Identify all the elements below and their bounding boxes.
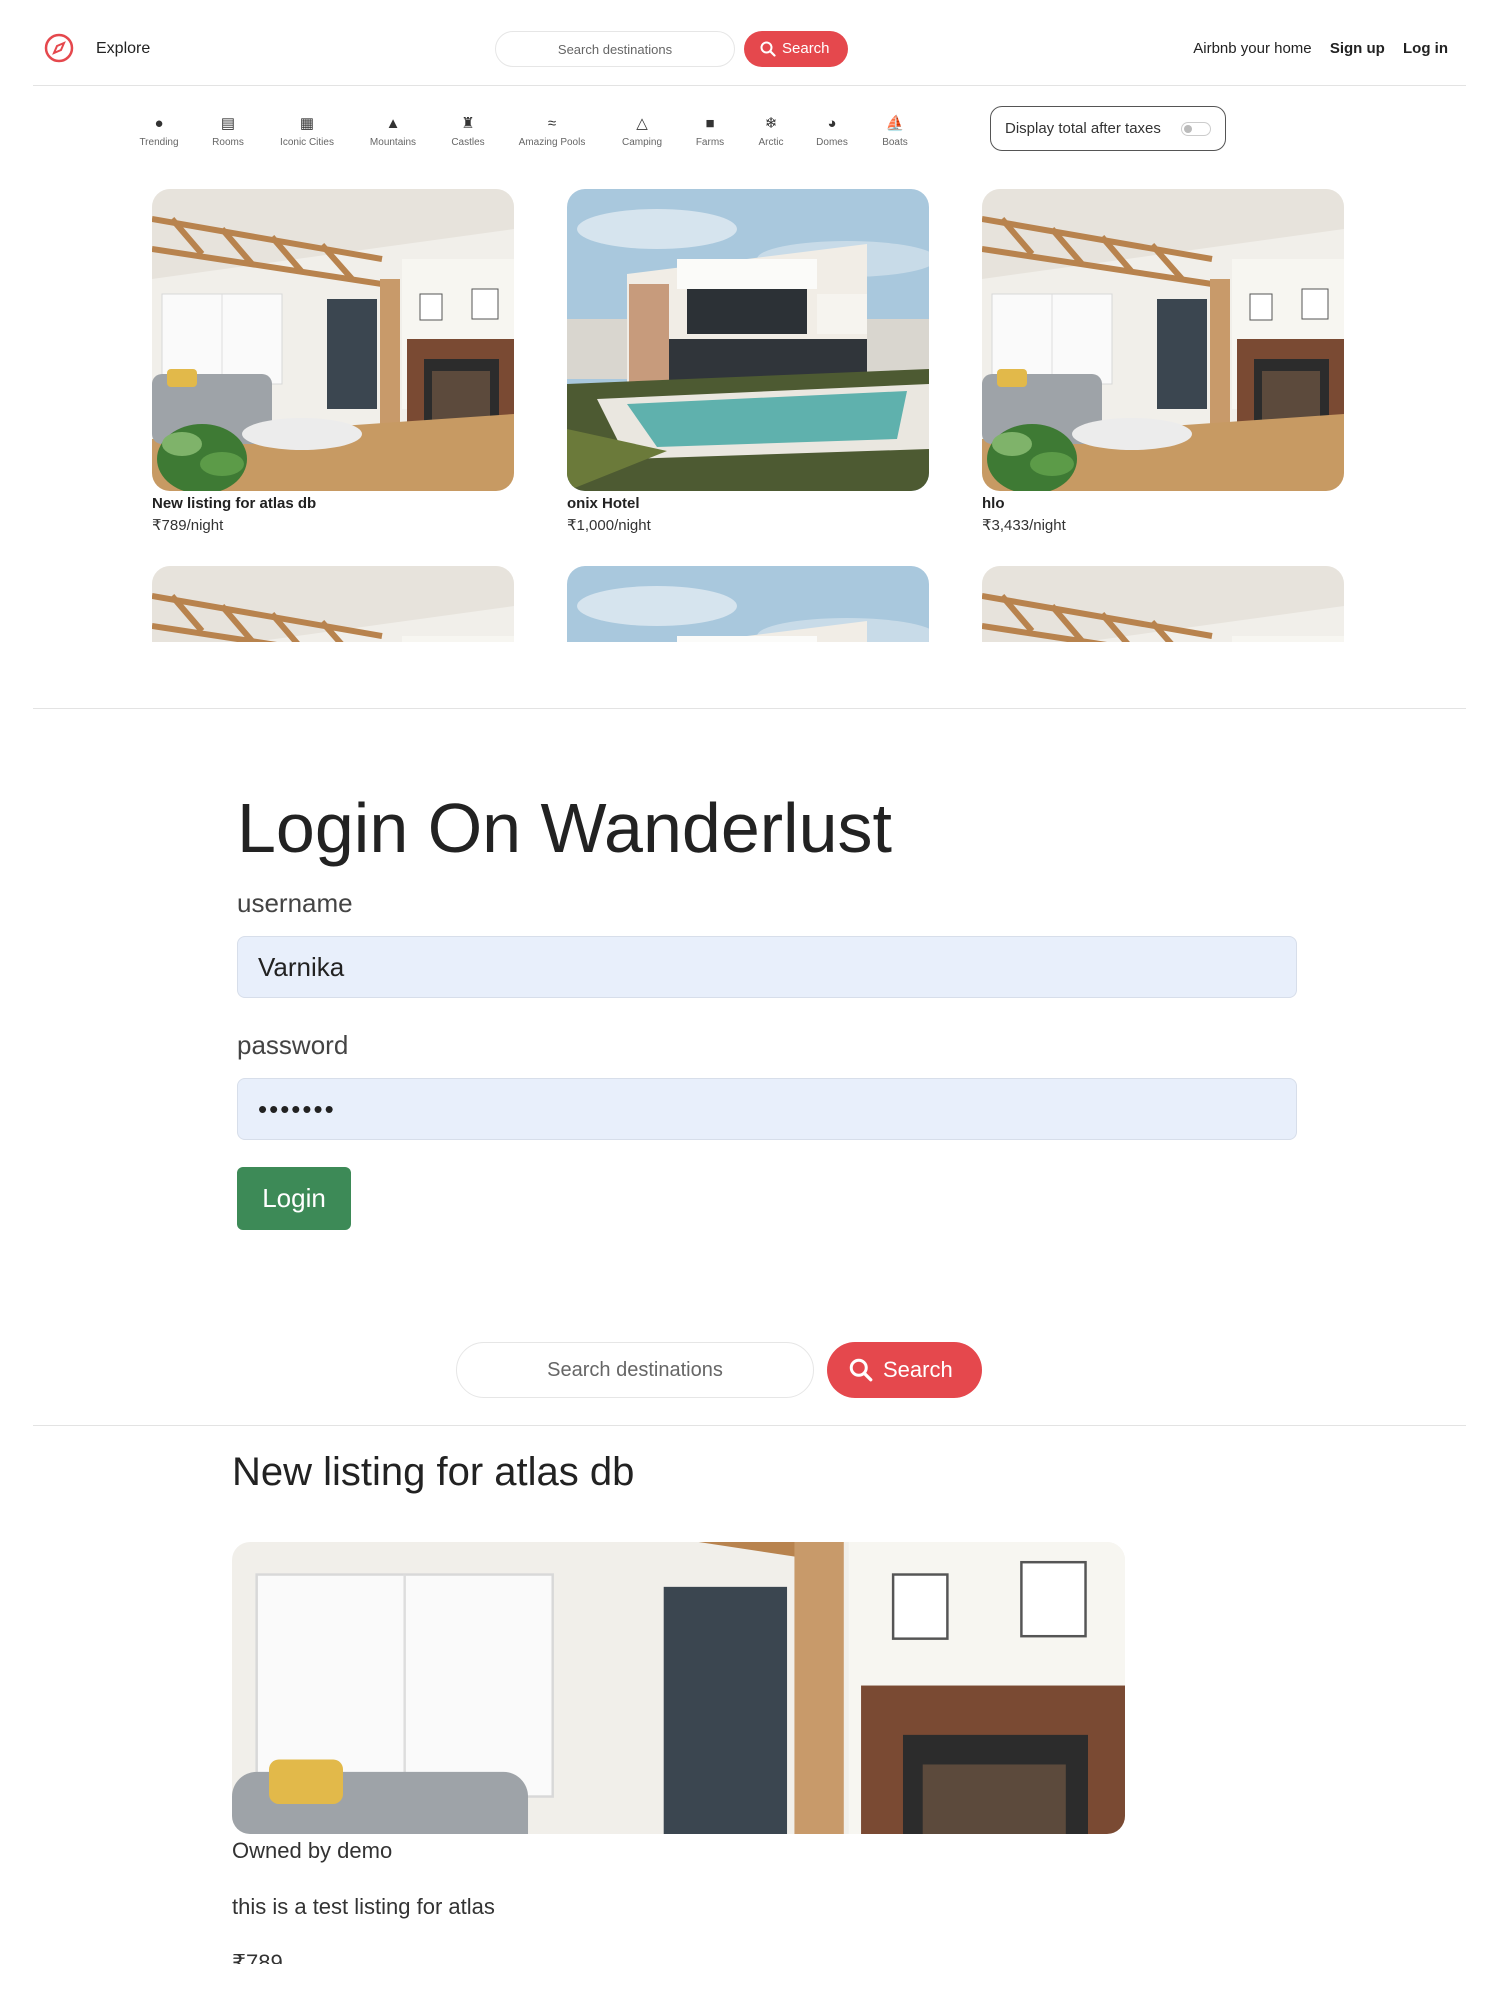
- search-icon: [760, 41, 776, 57]
- filter-label: Domes: [816, 137, 848, 148]
- search-button-label: Search: [782, 40, 830, 57]
- listing-image[interactable]: [152, 189, 514, 491]
- filter-label: Mountains: [369, 137, 417, 148]
- search-icon: [849, 1358, 873, 1382]
- listing-title: onix Hotel: [567, 495, 640, 512]
- airbnb-your-home-link[interactable]: Airbnb your home: [1193, 40, 1311, 57]
- login-title: Login On Wanderlust: [237, 789, 892, 867]
- tax-toggle-switch[interactable]: [1181, 122, 1211, 136]
- listing-price: ₹3,433/night: [982, 517, 1066, 534]
- filter-camping[interactable]: △ Camping: [607, 115, 677, 148]
- listing-image[interactable]: [567, 189, 929, 491]
- listing-card[interactable]: onix Hotel ₹1,000/night: [567, 189, 929, 534]
- filter-label: Iconic Cities: [280, 137, 334, 148]
- filter-label: Trending: [139, 137, 179, 148]
- listing-owner: Owned by demo: [232, 1838, 393, 1863]
- listing-image-partial[interactable]: [567, 566, 929, 642]
- igloo-icon: ◕: [827, 115, 837, 132]
- username-field[interactable]: Varnika: [237, 936, 1297, 998]
- listing-card[interactable]: New listing for atlas db ₹789/night: [152, 189, 514, 534]
- listing-price: ₹1,000/night: [567, 517, 651, 534]
- listing-price: ₹789/night: [152, 517, 224, 534]
- sailboat-icon: ⛵: [885, 115, 905, 132]
- city-icon: ▦: [299, 115, 315, 132]
- filter-label: Boats: [882, 137, 908, 148]
- listing-image-partial[interactable]: [982, 566, 1344, 642]
- filter-iconic-cities[interactable]: ▦ Iconic Cities: [272, 115, 342, 148]
- filter-label: Arctic: [758, 137, 784, 148]
- password-label: password: [237, 1030, 349, 1060]
- compass-icon[interactable]: [43, 32, 75, 64]
- snowflake-icon: ❄: [764, 115, 778, 132]
- listing-title: New listing for atlas db: [152, 495, 317, 512]
- listing-card[interactable]: hlo ₹3,433/night: [982, 189, 1344, 534]
- filter-amazing-pools[interactable]: ≈ Amazing Pools: [517, 115, 587, 148]
- filter-label: Camping: [621, 137, 663, 148]
- castle-icon: ♜: [461, 115, 475, 132]
- listing-title: hlo: [982, 495, 1005, 512]
- filter-label: Amazing Pools: [518, 137, 586, 148]
- explore-link[interactable]: Explore: [96, 40, 150, 58]
- username-label: username: [237, 888, 353, 918]
- filter-castles[interactable]: ♜ Castles: [433, 115, 503, 148]
- login-button[interactable]: Login: [237, 1167, 351, 1230]
- listing-price: ₹789: [232, 1950, 283, 1964]
- search-button-label: Search: [883, 1357, 953, 1382]
- tax-toggle-label: Display total after taxes: [1005, 120, 1161, 137]
- tax-toggle-box[interactable]: Display total after taxes: [990, 106, 1226, 151]
- fire-icon: ●: [154, 115, 164, 132]
- filter-trending[interactable]: ● Trending: [124, 115, 194, 148]
- filter-farms[interactable]: ■ Farms: [675, 115, 745, 148]
- filter-label: Castles: [451, 137, 485, 148]
- mountain-icon: ▲: [385, 115, 401, 132]
- tent-icon: △: [636, 115, 648, 132]
- filter-mountains[interactable]: ▲ Mountains: [358, 115, 428, 148]
- navbar: Explore Search destinations Search Airbn…: [33, 0, 1466, 86]
- filter-label: Farms: [695, 137, 725, 148]
- sign-up-link[interactable]: Sign up: [1330, 40, 1385, 57]
- listing-description: this is a test listing for atlas: [232, 1894, 495, 1919]
- section-divider: [33, 708, 1466, 709]
- filter-rooms[interactable]: ▤ Rooms: [193, 115, 263, 148]
- listing-main-image: [232, 1542, 1125, 1834]
- log-in-link[interactable]: Log in: [1403, 40, 1448, 57]
- listing-image[interactable]: [982, 189, 1344, 491]
- filter-label: Rooms: [212, 137, 244, 148]
- filter-boats[interactable]: ⛵ Boats: [860, 115, 930, 148]
- nav-links: Airbnb your home Sign up Log in: [1179, 40, 1448, 57]
- search-input[interactable]: Search destinations: [495, 31, 735, 67]
- listing-image-partial[interactable]: [152, 566, 514, 642]
- search-button[interactable]: Search: [827, 1342, 982, 1398]
- search-button[interactable]: Search: [744, 31, 848, 67]
- filter-arctic[interactable]: ❄ Arctic: [736, 115, 806, 148]
- section-divider: [33, 1425, 1466, 1426]
- search-input[interactable]: Search destinations: [456, 1342, 814, 1398]
- swimmer-icon: ≈: [547, 115, 557, 132]
- listing-heading: New listing for atlas db: [232, 1450, 635, 1494]
- password-field[interactable]: •••••••: [237, 1078, 1297, 1140]
- filter-domes[interactable]: ◕ Domes: [797, 115, 867, 148]
- bed-icon: ▤: [220, 115, 236, 132]
- tractor-icon: ■: [705, 115, 715, 132]
